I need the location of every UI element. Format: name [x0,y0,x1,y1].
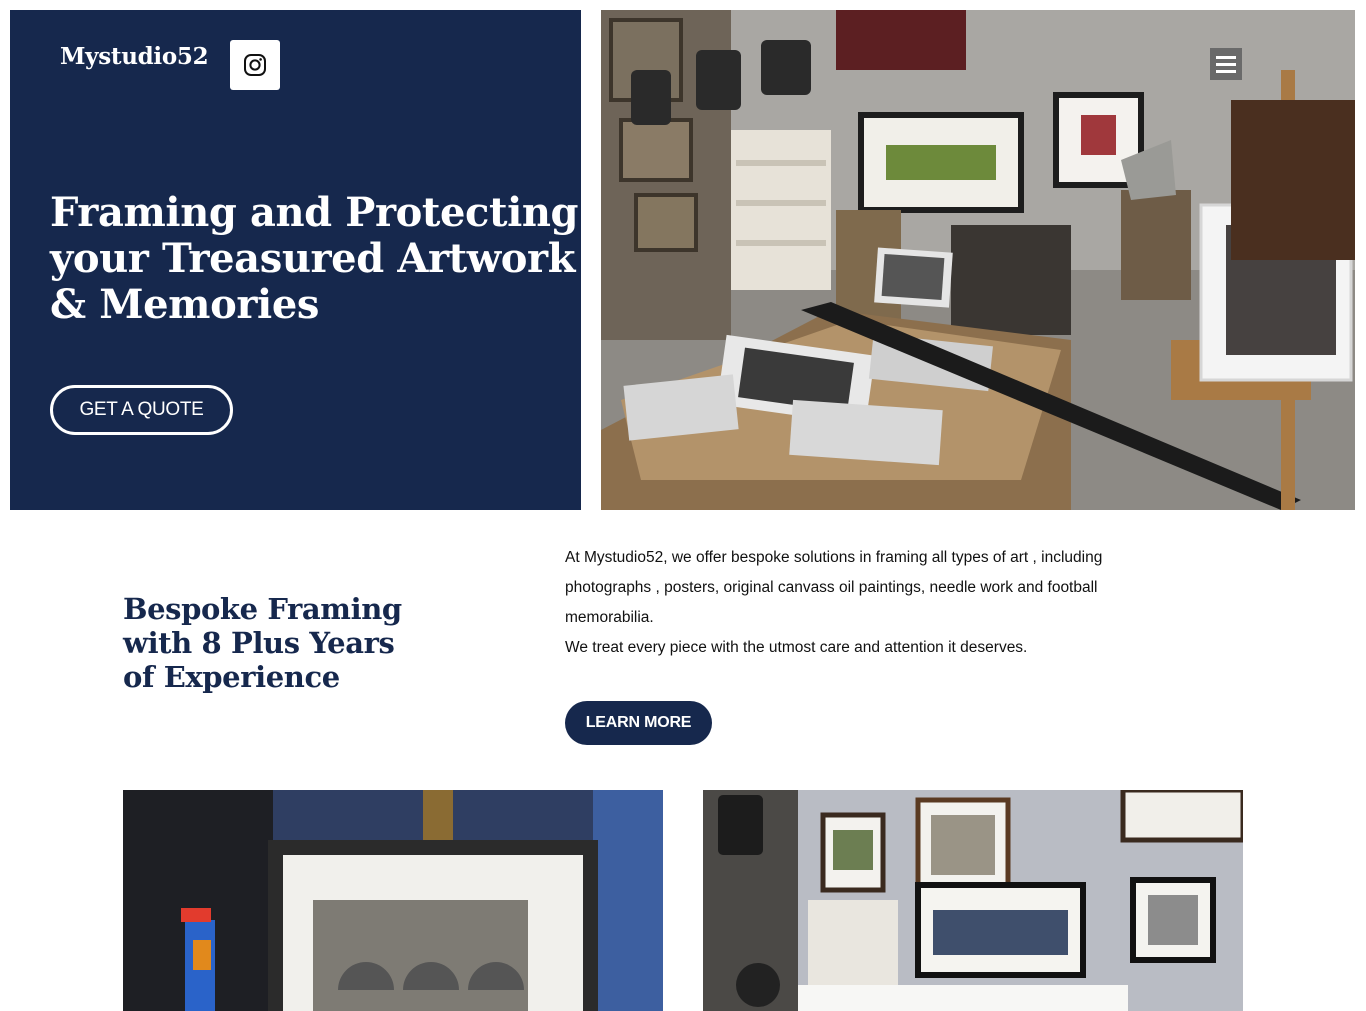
about-paragraph-2: We treat every piece with the utmost car… [565,639,1028,656]
instagram-icon [244,54,266,76]
get-a-quote-button[interactable]: GET A QUOTE [50,385,233,435]
instagram-link[interactable] [230,40,280,90]
framed-print-illustration [123,790,663,1011]
hero-title: Framing and Protecting your Treasured Ar… [50,189,579,328]
hamburger-menu-button[interactable] [1210,48,1242,80]
hamburger-menu-icon [1216,55,1236,59]
studio-photo-illustration [601,10,1355,510]
about-paragraph-1: At Mystudio52, we offer bespoke solution… [565,549,1103,626]
about-heading: Bespoke Framing with 8 Plus Years of Exp… [123,592,402,694]
site-logo[interactable]: Mystudio52 [60,43,209,70]
learn-more-button[interactable]: LEARN MORE [565,701,712,745]
hero-studio-photo [601,10,1355,510]
studio-wall-illustration [703,790,1243,1011]
gallery-photo-framed-print [123,790,663,1011]
gallery-photo-studio-wall [703,790,1243,1011]
hero-panel: Mystudio52 Framing and Protecting your T… [10,10,581,510]
about-description: At Mystudio52, we offer bespoke solution… [565,543,1155,663]
